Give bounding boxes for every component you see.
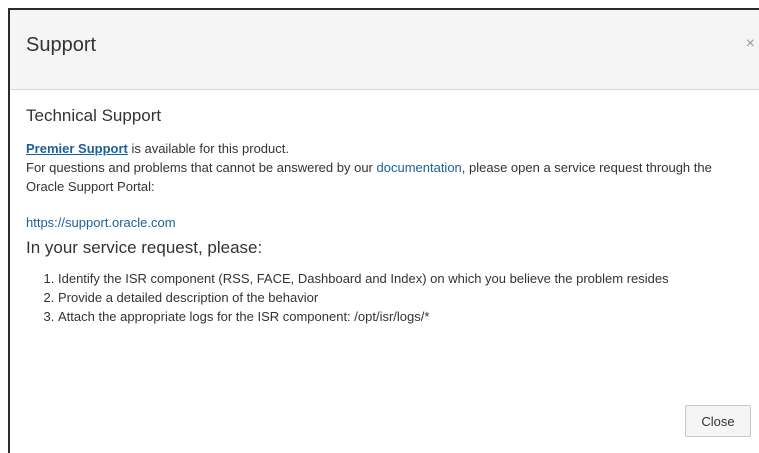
premier-paragraph: Premier Support is available for this pr… <box>26 139 745 158</box>
questions-prefix-text: For questions and problems that cannot b… <box>26 160 377 175</box>
close-icon[interactable]: × <box>746 36 755 52</box>
section-title: Technical Support <box>26 106 162 125</box>
dialog-header: Support × <box>10 10 759 90</box>
premier-support-link[interactable]: Premier Support <box>26 141 128 156</box>
close-button[interactable]: Close <box>685 405 751 437</box>
documentation-link[interactable]: documentation <box>377 160 462 175</box>
dialog-body: Technical Support Premier Support is ava… <box>26 106 745 326</box>
steps-list: Identify the ISR component (RSS, FACE, D… <box>26 269 745 326</box>
support-dialog: Support × Technical Support Premier Supp… <box>8 8 759 453</box>
list-item: Identify the ISR component (RSS, FACE, D… <box>58 269 745 288</box>
premier-suffix-text: is available for this product. <box>127 141 289 156</box>
support-url-paragraph: https://support.oracle.com <box>26 213 745 232</box>
list-item: Provide a detailed description of the be… <box>58 288 745 307</box>
support-url-link[interactable]: https://support.oracle.com <box>26 215 176 230</box>
list-item: Attach the appropriate logs for the ISR … <box>58 307 745 326</box>
questions-paragraph: For questions and problems that cannot b… <box>26 158 745 196</box>
dialog-title: Support <box>26 34 97 56</box>
request-title: In your service request, please: <box>26 238 263 257</box>
